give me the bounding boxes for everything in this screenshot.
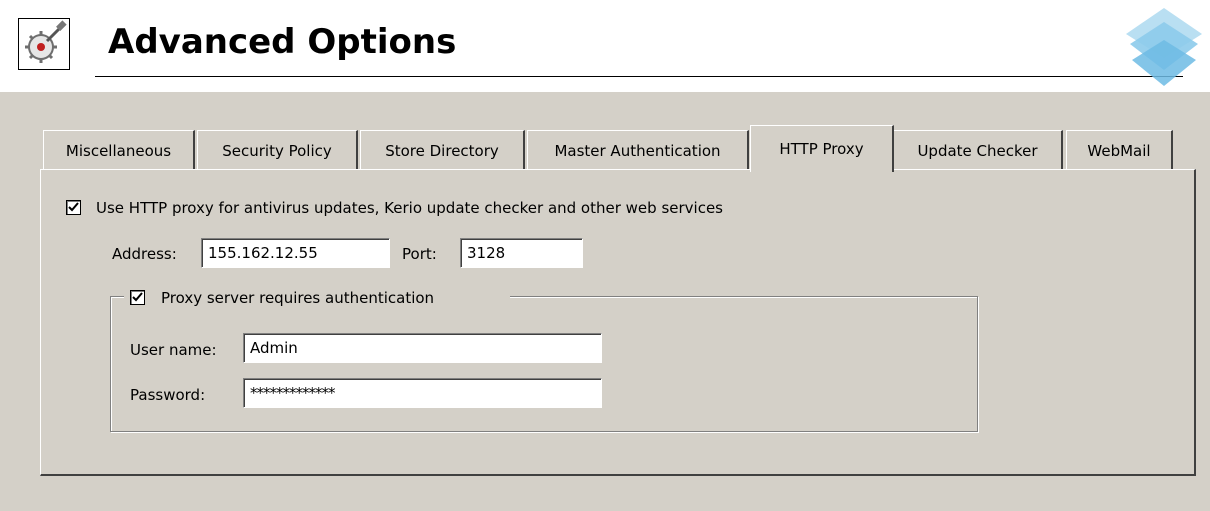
use-proxy-checkbox[interactable] (66, 200, 81, 215)
settings-gear-icon (18, 18, 70, 70)
authentication-groupbox (110, 296, 978, 432)
checkmark-icon (132, 292, 143, 302)
password-label: Password: (130, 386, 206, 404)
password-input[interactable]: ************* (243, 378, 602, 408)
use-proxy-label[interactable]: Use HTTP proxy for antivirus updates, Ke… (96, 199, 723, 217)
tab-http-proxy[interactable]: HTTP Proxy (750, 125, 894, 172)
address-input[interactable]: 155.162.12.55 (201, 238, 390, 268)
username-label: User name: (130, 341, 217, 359)
kerio-logo-icon (1118, 0, 1210, 92)
page-title: Advanced Options (108, 22, 457, 62)
username-input[interactable]: Admin (243, 333, 602, 363)
tab-update-checker[interactable]: Update Checker (893, 130, 1063, 170)
address-label: Address: (112, 245, 177, 263)
tab-miscellaneous[interactable]: Miscellaneous (43, 130, 195, 170)
tab-webmail[interactable]: WebMail (1066, 130, 1173, 170)
port-input[interactable]: 3128 (460, 238, 583, 268)
requires-auth-label[interactable]: Proxy server requires authentication (161, 289, 434, 307)
header: Advanced Options (0, 0, 1210, 92)
requires-auth-checkbox[interactable] (130, 290, 145, 305)
tab-security-policy[interactable]: Security Policy (197, 130, 358, 170)
tab-master-authentication[interactable]: Master Authentication (527, 130, 749, 170)
checkmark-icon (68, 202, 79, 212)
port-label: Port: (402, 245, 437, 263)
tab-store-directory[interactable]: Store Directory (360, 130, 525, 170)
title-divider (95, 76, 1183, 77)
